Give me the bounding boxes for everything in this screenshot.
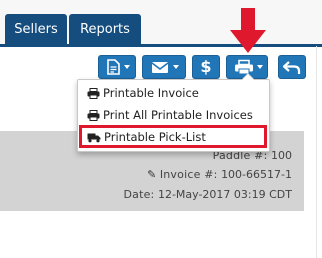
pick-list-highlight-annotation xyxy=(79,125,267,148)
printer-icon xyxy=(87,110,100,121)
scroll-track xyxy=(316,46,317,258)
document-menu-button[interactable] xyxy=(98,55,136,79)
tab-reports[interactable]: Reports xyxy=(69,14,141,45)
menu-item-print-all-invoices[interactable]: Print All Printable Invoices xyxy=(87,106,253,124)
envelope-icon xyxy=(151,62,179,73)
menu-item-label: Print All Printable Invoices xyxy=(103,108,253,122)
invoice-label: Invoice #: xyxy=(159,168,218,181)
menu-item-printable-invoice[interactable]: Printable Invoice xyxy=(87,84,199,102)
document-icon xyxy=(107,59,130,75)
edit-pencil-icon[interactable]: ✎ xyxy=(147,168,156,181)
printer-icon xyxy=(87,88,100,99)
menu-item-label: Printable Invoice xyxy=(103,86,199,100)
payment-button[interactable]: $ xyxy=(192,55,220,79)
top-nav: Sellers Reports xyxy=(0,0,322,45)
date-value: 12-May-2017 03:19 CDT xyxy=(157,188,292,201)
email-menu-button[interactable] xyxy=(142,55,186,79)
dollar-icon: $ xyxy=(200,57,212,76)
date-label: Date: xyxy=(123,188,155,201)
undo-arrow-icon xyxy=(282,61,301,74)
red-arrow-annotation xyxy=(230,8,266,53)
nav-underline xyxy=(0,44,322,47)
paddle-value: 100 xyxy=(271,149,292,162)
back-button[interactable] xyxy=(278,55,306,79)
date-line: Date: 12-May-2017 03:19 CDT xyxy=(123,188,292,201)
invoice-line: ✎ Invoice #: 100-66517-1 xyxy=(147,168,292,181)
tab-sellers[interactable]: Sellers xyxy=(5,14,67,45)
invoice-value: 100-66517-1 xyxy=(221,168,292,181)
